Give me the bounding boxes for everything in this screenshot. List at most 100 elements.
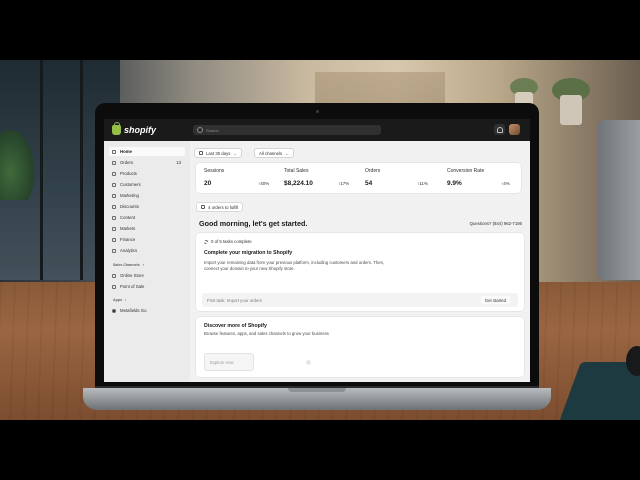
setup-progress-label: 0 of 5 tasks complete	[211, 239, 252, 244]
chevron-right-icon: ›	[142, 262, 144, 267]
metric-delta-value: 11%	[419, 181, 428, 186]
metric-label: Conversion Rate	[447, 168, 485, 174]
explore-now-button[interactable]: Explore now	[204, 353, 254, 371]
sales-channels-heading[interactable]: Sales Channels ›	[113, 262, 144, 267]
get-started-label: Get started	[484, 297, 506, 303]
get-started-button[interactable]: Get started	[480, 296, 510, 304]
metric-delta-value: 40%	[260, 181, 270, 186]
point-of-sale-icon	[112, 284, 116, 289]
first-task-label: First task: Import your orders	[207, 298, 262, 303]
metric-value: 9.9%	[447, 180, 462, 187]
metric-delta-value: 4%	[503, 181, 510, 186]
content-icon	[112, 215, 116, 220]
sidebar: Home Orders 13 Products Customers Market…	[104, 141, 190, 382]
sidebar-item-label: Home	[120, 149, 132, 154]
orders-to-fulfill-button[interactable]: 4 orders to fulfill	[196, 202, 244, 212]
section-heading-label: Apps	[113, 298, 122, 302]
chevron-down-icon: ⌄	[233, 150, 237, 156]
channel-selector[interactable]: All channels ⌄	[254, 148, 294, 158]
orders-icon	[112, 160, 116, 165]
setup-guide-card: 0 of 5 tasks complete Complete your migr…	[196, 233, 524, 311]
setup-description: Import your remaining data from your pre…	[204, 260, 385, 271]
sidebar-item-customers[interactable]: Customers	[109, 180, 185, 189]
discover-card: Discover more of Shopify Browse features…	[196, 317, 524, 377]
laptop-screen: shopify Search Home Orders 13 Products C…	[104, 119, 530, 382]
sidebar-item-label: Online Store	[120, 273, 144, 278]
orders-count-badge: 13	[176, 160, 181, 165]
window-frame	[80, 60, 83, 280]
chevron-down-icon: ⌄	[285, 150, 289, 156]
main-content: Last 30 days ⌄ All channels ⌄ Sessions 2…	[190, 141, 530, 382]
finance-icon	[112, 237, 116, 242]
metric-delta: ↑17%	[338, 181, 350, 186]
sidebar-item-analytics[interactable]: Analytics	[109, 246, 185, 255]
sidebar-item-marketing[interactable]: Marketing	[109, 191, 185, 200]
webcam	[316, 110, 319, 113]
avatar[interactable]	[509, 124, 520, 135]
first-task-row[interactable]: First task: Import your orders Get start…	[202, 293, 518, 307]
shopify-logo[interactable]: shopify	[112, 122, 157, 137]
sidebar-item-discounts[interactable]: Discounts	[109, 202, 185, 211]
package-icon	[201, 205, 205, 209]
apps-heading[interactable]: Apps ›	[113, 297, 126, 302]
sidebar-item-label: Finance	[120, 237, 136, 242]
sidebar-item-label: Metafields Gu	[120, 308, 147, 313]
metrics-card: Sessions 20 ↑40% Total Sales $8,224.10 ↑…	[196, 163, 521, 193]
sidebar-item-metafields-app[interactable]: Metafields Gu	[109, 306, 185, 315]
marketing-icon	[112, 193, 116, 198]
metric-value: $8,224.10	[284, 180, 313, 187]
markets-icon	[112, 226, 116, 231]
sidebar-item-label: Orders	[120, 160, 134, 165]
sidebar-item-label: Markets	[120, 226, 136, 231]
metric-sessions[interactable]: Sessions 20 ↑40%	[204, 168, 282, 190]
metric-delta: ↑40%	[258, 181, 270, 186]
metric-value: 20	[204, 180, 212, 187]
sidebar-item-markets[interactable]: Markets	[109, 224, 185, 233]
foreground-plant	[0, 130, 34, 200]
laptop-lid-notch	[288, 388, 346, 392]
customers-icon	[112, 182, 116, 187]
metric-total-sales[interactable]: Total Sales $8,224.10 ↑17%	[284, 168, 362, 190]
notifications-button[interactable]	[494, 124, 505, 135]
sidebar-item-label: Content	[120, 215, 136, 220]
plant-pot	[560, 95, 582, 125]
bell-icon	[496, 126, 503, 133]
logo-text: shopify	[124, 125, 157, 135]
metric-conversion-rate[interactable]: Conversion Rate 9.9% ↑4%	[447, 168, 525, 190]
products-icon	[112, 171, 116, 176]
sidebar-item-label: Discounts	[120, 204, 139, 209]
sidebar-item-products[interactable]: Products	[109, 169, 185, 178]
window-frame	[40, 60, 43, 280]
sidebar-item-label: Analytics	[120, 248, 138, 253]
sidebar-item-finance[interactable]: Finance	[109, 235, 185, 244]
sidebar-item-point-of-sale[interactable]: Point of Sale	[109, 282, 185, 291]
metric-label: Sessions	[204, 168, 225, 174]
metric-orders[interactable]: Orders 54 ↑11%	[365, 168, 443, 190]
metric-label: Total Sales	[284, 168, 309, 174]
date-range-selector[interactable]: Last 30 days ⌄	[194, 148, 242, 158]
sidebar-item-content[interactable]: Content	[109, 213, 185, 222]
metric-label: Orders	[365, 168, 381, 174]
metric-delta-value: 17%	[340, 181, 350, 186]
sidebar-item-label: Point of Sale	[120, 284, 145, 289]
background-chair	[598, 120, 640, 280]
sidebar-item-home[interactable]: Home	[109, 147, 185, 156]
date-range-label: Last 30 days	[206, 150, 231, 156]
metric-delta: ↑4%	[501, 181, 510, 186]
admin-topbar: shopify Search	[104, 119, 530, 141]
support-phone-link[interactable]: Questions? (844) 962-7186	[470, 221, 522, 226]
sidebar-item-label: Marketing	[120, 193, 139, 198]
search-icon	[197, 127, 203, 133]
search-placeholder: Search	[206, 127, 219, 133]
app-icon	[112, 308, 116, 313]
sidebar-item-orders[interactable]: Orders 13	[109, 158, 185, 167]
setup-progress: 0 of 5 tasks complete	[204, 239, 252, 244]
calendar-icon	[199, 151, 203, 155]
channel-label: All channels	[259, 150, 283, 156]
discounts-icon	[112, 204, 116, 209]
discover-description: Browse features, apps, and sales channel…	[204, 331, 329, 336]
online-store-icon	[112, 273, 116, 278]
search-input[interactable]: Search	[193, 125, 381, 135]
sidebar-item-online-store[interactable]: Online Store	[109, 271, 185, 280]
letterbox-top	[0, 0, 640, 60]
